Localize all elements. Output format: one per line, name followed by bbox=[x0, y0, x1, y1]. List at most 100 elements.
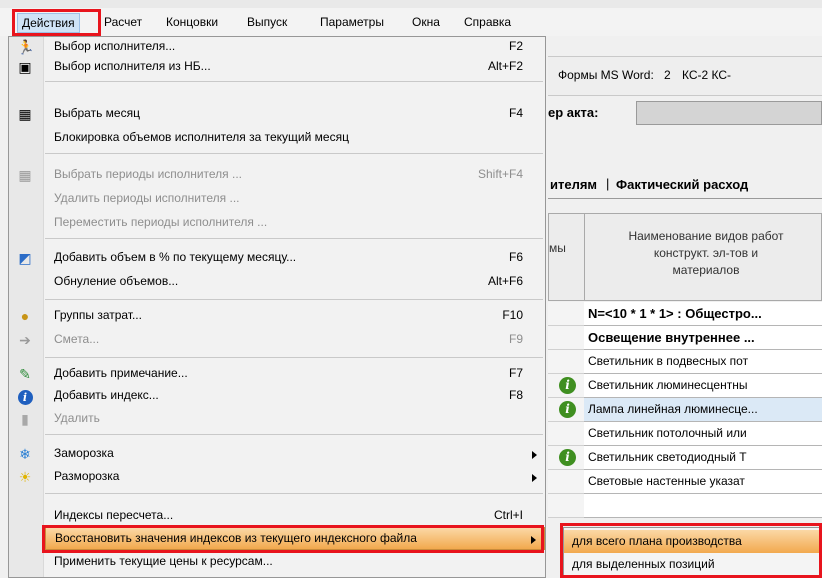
submenu-item-selected-positions[interactable]: для выделенных позиций bbox=[564, 553, 821, 576]
note-icon: ✎ bbox=[19, 366, 31, 382]
menu-item-shortcut: Shift+F4 bbox=[477, 167, 523, 181]
menu-item-move-periods: Переместить периоды исполнителя ... bbox=[9, 212, 545, 235]
grid-row-gutter: i bbox=[548, 446, 584, 470]
table-cell: Светильник люминесцентны bbox=[588, 378, 748, 392]
table-row[interactable] bbox=[584, 494, 822, 518]
menu-item-shortcut: F2 bbox=[508, 39, 523, 53]
grid-row-gutter bbox=[548, 422, 584, 446]
grid-header-work-name[interactable]: Наименование видов работ конструкт. эл-т… bbox=[584, 213, 822, 301]
menu-bar: Действия Расчет Концовки Выпуск Параметр… bbox=[0, 8, 822, 36]
tab-actual-consumption[interactable]: Фактический расход bbox=[616, 177, 748, 192]
grid-row-gutter bbox=[548, 494, 584, 518]
menu-item-label: Смета... bbox=[54, 332, 100, 346]
grid-icon: ▦ bbox=[18, 167, 32, 183]
restore-indexes-submenu: для всего плана производства для выделен… bbox=[563, 527, 822, 578]
menu-help[interactable]: Справка bbox=[460, 13, 515, 31]
grid-row-gutter bbox=[548, 350, 584, 374]
menu-item-label: Выбрать месяц bbox=[54, 106, 140, 120]
grid-header-line2: конструкт. эл-тов и bbox=[653, 246, 759, 260]
table-row[interactable]: Светильник в подвесных пот bbox=[584, 350, 822, 374]
table-row[interactable]: N=<10 * 1 * 1> : Общестро... bbox=[584, 302, 822, 326]
menu-item-select-performer-db[interactable]: ▣ Выбор исполнителя из НБ... Alt+F2 bbox=[9, 56, 545, 79]
menu-item-add-volume-percent[interactable]: ◩ Добавить объем в % по текущему месяцу.… bbox=[9, 247, 545, 270]
menu-item-label: Добавить примечание... bbox=[54, 366, 188, 380]
menu-item-label: Выбрать периоды исполнителя ... bbox=[54, 167, 243, 181]
menu-calc[interactable]: Расчет bbox=[100, 13, 146, 31]
menu-item-label: Добавить объем в % по текущему месяцу... bbox=[54, 250, 297, 264]
act-number-row: ер акта: bbox=[548, 98, 822, 130]
grid-row-gutter: i bbox=[548, 398, 584, 422]
menu-actions[interactable]: Действия bbox=[17, 13, 80, 33]
act-number-input[interactable] bbox=[636, 101, 822, 125]
menu-item-label: Применить текущие цены к ресурсам... bbox=[54, 554, 273, 568]
table-cell: Светильник потолочный или bbox=[588, 426, 747, 440]
menu-item-select-month[interactable]: ▦ Выбрать месяц F4 bbox=[9, 103, 545, 126]
grid-left-header: мы bbox=[548, 213, 584, 301]
menu-separator bbox=[45, 434, 543, 435]
menu-item-add-note[interactable]: ✎ Добавить примечание... F7 bbox=[9, 363, 545, 386]
table-row[interactable]: Светильник потолочный или bbox=[584, 422, 822, 446]
menu-item-recalc-indexes[interactable]: Индексы пересчета... Ctrl+I bbox=[9, 505, 545, 528]
menu-separator bbox=[45, 153, 543, 154]
coins-icon: ● bbox=[20, 308, 30, 324]
table-row[interactable]: Светильник люминесцентны bbox=[584, 374, 822, 398]
menu-item-shortcut: F4 bbox=[508, 106, 523, 120]
menu-parameters[interactable]: Параметры bbox=[316, 13, 388, 31]
info-icon: i bbox=[559, 449, 576, 466]
table-cell: N=<10 * 1 * 1> : Общестро... bbox=[588, 306, 762, 321]
menu-item-label: Выбор исполнителя из НБ... bbox=[54, 59, 211, 73]
info-icon: i bbox=[559, 377, 576, 394]
menu-item-shortcut: F6 bbox=[508, 250, 523, 264]
forms-ks-link[interactable]: КС-2 КС- bbox=[682, 68, 731, 82]
menu-item-label: Переместить периоды исполнителя ... bbox=[54, 215, 268, 229]
menu-item-label: Разморозка bbox=[54, 469, 120, 483]
grid-row-gutter bbox=[548, 470, 584, 494]
table-row[interactable]: Светильник светодиодный Т bbox=[584, 446, 822, 470]
menu-output[interactable]: Выпуск bbox=[243, 13, 291, 31]
snowflake-icon: ❄ bbox=[19, 446, 31, 462]
info-icon: i bbox=[559, 401, 576, 418]
submenu-arrow-icon bbox=[532, 451, 537, 459]
trash-icon: ▮ bbox=[21, 411, 29, 427]
menu-windows[interactable]: Окна bbox=[408, 13, 444, 31]
submenu-item-whole-plan[interactable]: для всего плана производства bbox=[564, 530, 821, 553]
menu-item-label: Удалить периоды исполнителя ... bbox=[54, 191, 240, 205]
table-row[interactable]: Световые настенные указат bbox=[584, 470, 822, 494]
menu-item-label: Добавить индекс... bbox=[54, 388, 159, 402]
menu-item-shortcut: Ctrl+I bbox=[493, 508, 523, 522]
actions-dropdown-menu: 🏃 Выбор исполнителя... F2 ▣ Выбор исполн… bbox=[8, 36, 546, 578]
menu-item-label: Индексы пересчета... bbox=[54, 508, 174, 522]
menu-separator bbox=[45, 299, 543, 300]
menu-item-add-index[interactable]: i Добавить индекс... F8 bbox=[9, 385, 545, 408]
menu-item-shortcut: F7 bbox=[508, 366, 523, 380]
app-left-edge bbox=[0, 36, 8, 578]
forms-number-link[interactable]: 2 bbox=[664, 68, 671, 82]
menu-item-label: Обнуление объемов... bbox=[54, 274, 179, 288]
grid-row-gutter: i bbox=[548, 374, 584, 398]
menu-item-reset-volumes[interactable]: Обнуление объемов... Alt+F6 bbox=[9, 271, 545, 294]
submenu-arrow-icon bbox=[532, 474, 537, 482]
menu-separator bbox=[45, 493, 543, 494]
chart-icon: ◩ bbox=[18, 250, 32, 266]
arrow-right-icon: ➔ bbox=[19, 332, 31, 348]
submenu-item-label: для всего плана производства bbox=[572, 534, 742, 548]
menu-item-delete: ▮ Удалить bbox=[9, 408, 545, 431]
menu-item-label: Заморозка bbox=[54, 446, 114, 460]
tab-performers[interactable]: ителям bbox=[550, 177, 597, 192]
submenu-item-label: для выделенных позиций bbox=[572, 557, 715, 571]
menu-item-unfreeze[interactable]: ☀ Разморозка bbox=[9, 466, 545, 489]
forms-label: Формы MS Word: bbox=[558, 68, 654, 82]
menu-item-cost-groups[interactable]: ● Группы затрат... F10 bbox=[9, 305, 545, 328]
table-row[interactable]: Освещение внутреннее ... bbox=[584, 326, 822, 350]
menu-item-restore-indexes[interactable]: Восстановить значения индексов из текуще… bbox=[45, 527, 545, 550]
menu-separator bbox=[45, 357, 543, 358]
menu-item-apply-prices[interactable]: Применить текущие цены к ресурсам... bbox=[9, 551, 545, 574]
menu-item-lock-volumes[interactable]: Блокировка объемов исполнителя за текущи… bbox=[9, 127, 545, 150]
grid-header-line3: материалов bbox=[672, 263, 740, 277]
menu-separator bbox=[45, 238, 543, 239]
table-row-selected[interactable]: Лампа линейная люминесце... bbox=[584, 398, 822, 422]
tab-divider: | bbox=[606, 176, 610, 191]
menu-endings[interactable]: Концовки bbox=[162, 13, 222, 31]
menu-item-freeze[interactable]: ❄ Заморозка bbox=[9, 443, 545, 466]
calendar-icon: ▦ bbox=[18, 106, 32, 122]
